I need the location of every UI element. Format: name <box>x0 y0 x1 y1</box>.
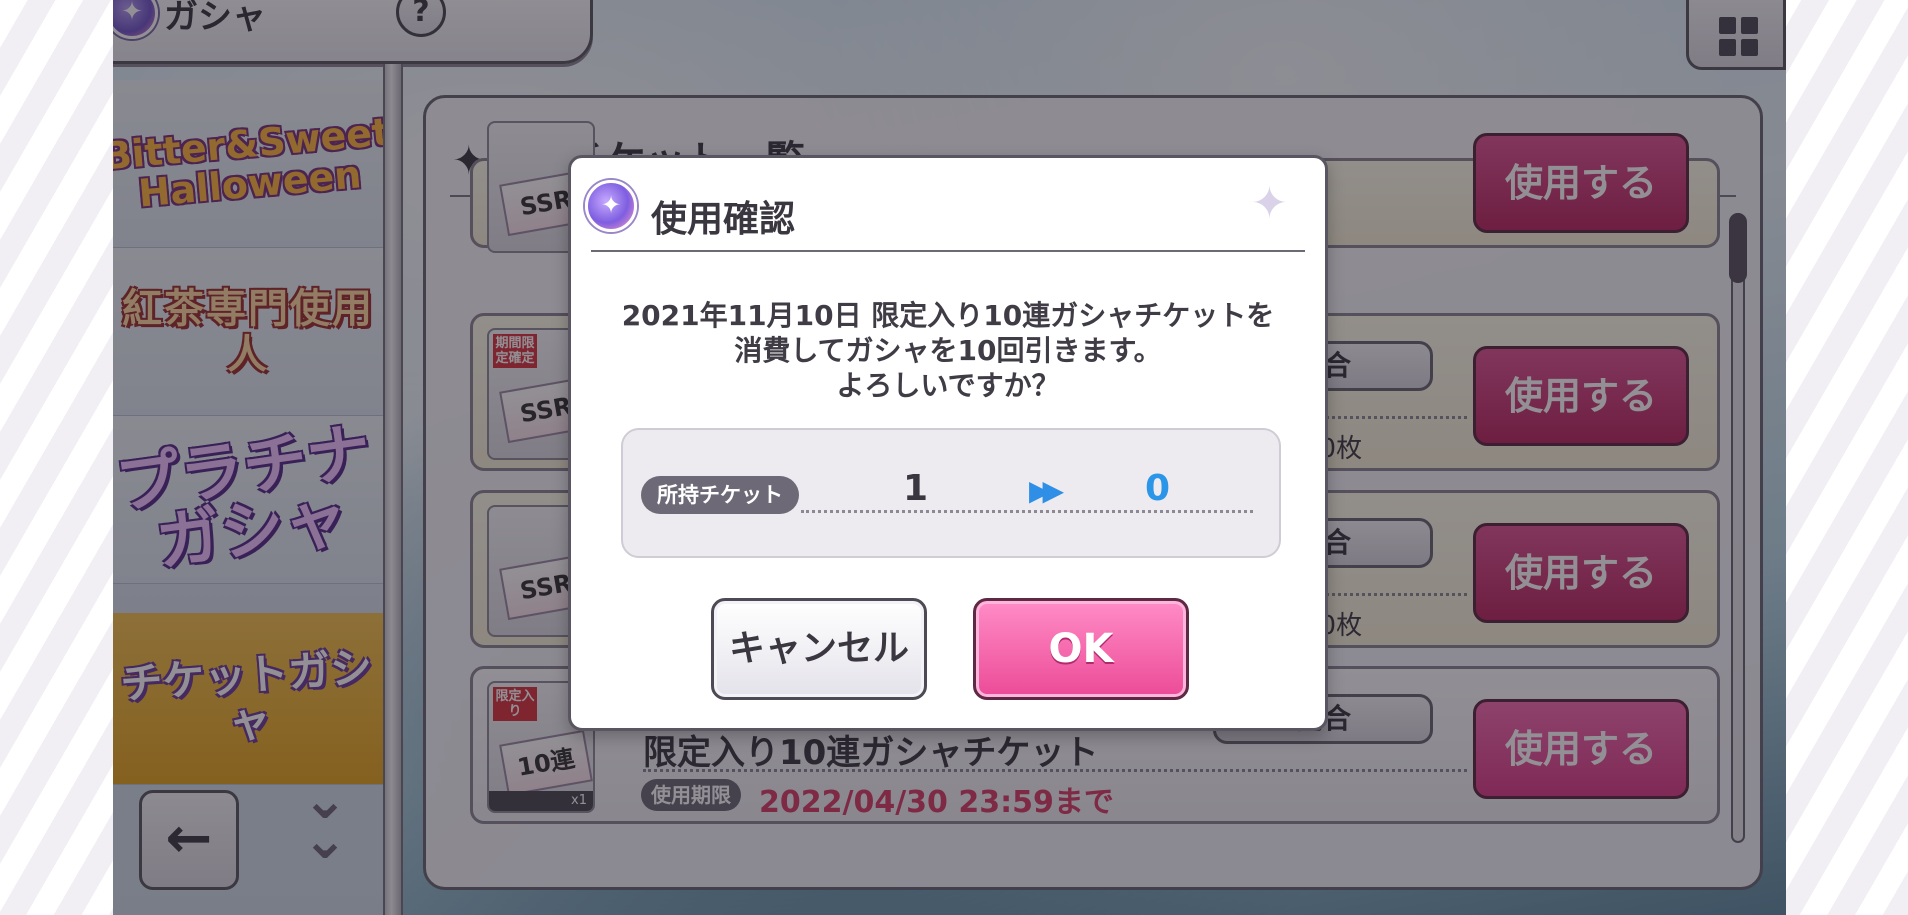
dialog-title: 使用確認 <box>651 199 796 240</box>
message-line: 消費してガシャを10回引きます。 <box>734 334 1162 367</box>
owned-after-value: 0 <box>1145 468 1171 509</box>
message-line: 2021年11月10日 限定入り10連ガシャチケットを <box>621 299 1275 332</box>
ticket-change-box: 所持チケット 1 ▶▶ 0 <box>621 428 1281 558</box>
double-arrow-icon: ▶▶ <box>1029 474 1064 507</box>
gacha-icon: ✦ <box>585 180 637 232</box>
message-line: よろしいですか？ <box>836 369 1060 402</box>
game-screen: ✦ ガシャ ? Bitter&Sweet Halloween 紅茶専門使用人 プ… <box>113 0 1786 915</box>
divider <box>591 250 1305 252</box>
sparkle-icon: ✦ <box>1251 178 1288 229</box>
owned-before-value: 1 <box>903 468 929 509</box>
confirm-dialog: ✦ 使用確認 ✦ 2021年11月10日 限定入り10連ガシャチケットを 消費し… <box>568 155 1328 731</box>
owned-tickets-label: 所持チケット <box>641 476 799 514</box>
dialog-message: 2021年11月10日 限定入り10連ガシャチケットを 消費してガシャを10回引… <box>571 298 1325 403</box>
divider <box>801 510 1253 513</box>
cancel-button[interactable]: キャンセル <box>711 598 927 700</box>
ok-button[interactable]: OK <box>973 598 1189 700</box>
